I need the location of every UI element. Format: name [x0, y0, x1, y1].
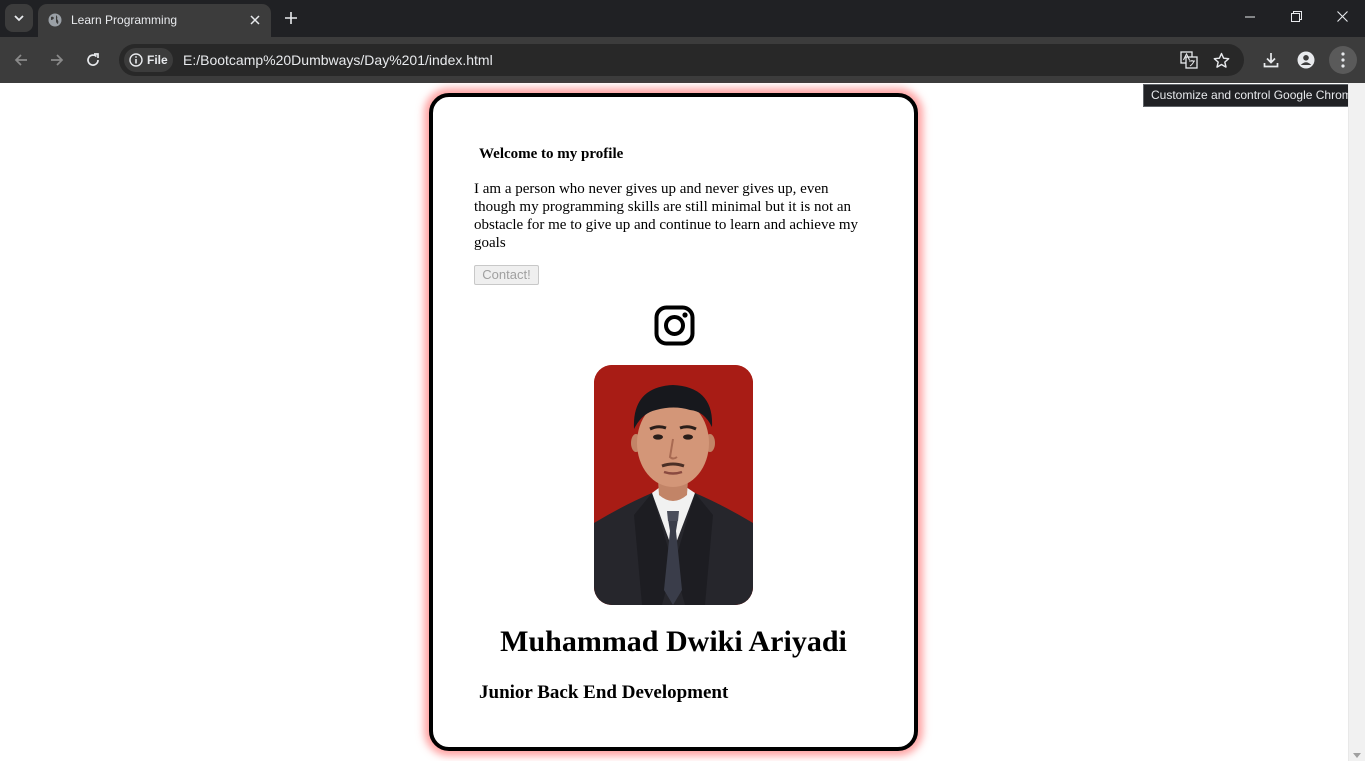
tab-title: Learn Programming: [71, 13, 178, 27]
restore-icon: [1290, 11, 1302, 22]
site-info-chip[interactable]: File: [124, 48, 173, 72]
translate-button[interactable]: [1179, 50, 1199, 70]
restore-button[interactable]: [1273, 0, 1319, 33]
profile-role: Junior Back End Development: [479, 682, 729, 703]
page-scrollbar[interactable]: [1348, 83, 1365, 761]
bookmark-button[interactable]: [1211, 50, 1231, 70]
scroll-down-arrow-icon[interactable]: [1353, 753, 1361, 758]
minimize-button[interactable]: [1227, 0, 1273, 33]
profile-button[interactable]: [1292, 46, 1320, 74]
back-icon: [14, 54, 27, 66]
instagram-icon[interactable]: [654, 305, 695, 346]
profile-name: Muhammad Dwiki Ariyadi: [500, 625, 847, 658]
download-icon: [1263, 53, 1279, 68]
chrome-menu-button[interactable]: [1329, 46, 1357, 74]
minimize-icon: [1245, 16, 1255, 17]
profile-icon: [1297, 51, 1315, 69]
translate-icon: [1180, 51, 1198, 69]
plus-icon: [285, 12, 297, 24]
reload-icon: [87, 53, 99, 66]
close-window-button[interactable]: [1319, 0, 1365, 33]
contact-button[interactable]: Contact!: [474, 265, 539, 285]
tab-close-button[interactable]: [246, 11, 264, 29]
about-text: I am a person who never gives up and nev…: [474, 181, 859, 251]
profile-photo: [594, 365, 753, 605]
close-icon: [250, 15, 260, 25]
chevron-down-icon: [14, 15, 24, 22]
downloads-button[interactable]: [1257, 46, 1285, 74]
globe-icon: [48, 13, 62, 27]
url-text[interactable]: E:/Bootcamp%20Dumbways/Day%201/index.htm…: [183, 52, 493, 68]
forward-icon: [51, 54, 64, 66]
tab-strip: Learn Programming: [0, 0, 1365, 37]
site-chip-label: File: [147, 53, 168, 67]
kebab-menu-icon: [1341, 52, 1345, 68]
tooltip: Customize and control Google Chrome: [1143, 84, 1365, 107]
back-button[interactable]: [9, 48, 33, 72]
info-icon: [129, 53, 143, 67]
new-tab-button[interactable]: [280, 7, 302, 29]
active-tab[interactable]: Learn Programming: [38, 4, 271, 37]
reload-button[interactable]: [81, 48, 105, 72]
address-bar[interactable]: File E:/Bootcamp%20Dumbways/Day%201/inde…: [119, 44, 1244, 76]
welcome-heading: Welcome to my profile: [479, 146, 624, 162]
browser-toolbar: File E:/Bootcamp%20Dumbways/Day%201/inde…: [0, 37, 1365, 83]
forward-button[interactable]: [45, 48, 69, 72]
close-window-icon: [1336, 11, 1348, 22]
profile-card: Welcome to my profile I am a person who …: [429, 93, 918, 751]
star-icon: [1213, 52, 1229, 68]
tab-search-button[interactable]: [5, 4, 33, 32]
portrait-illustration: [594, 365, 753, 605]
